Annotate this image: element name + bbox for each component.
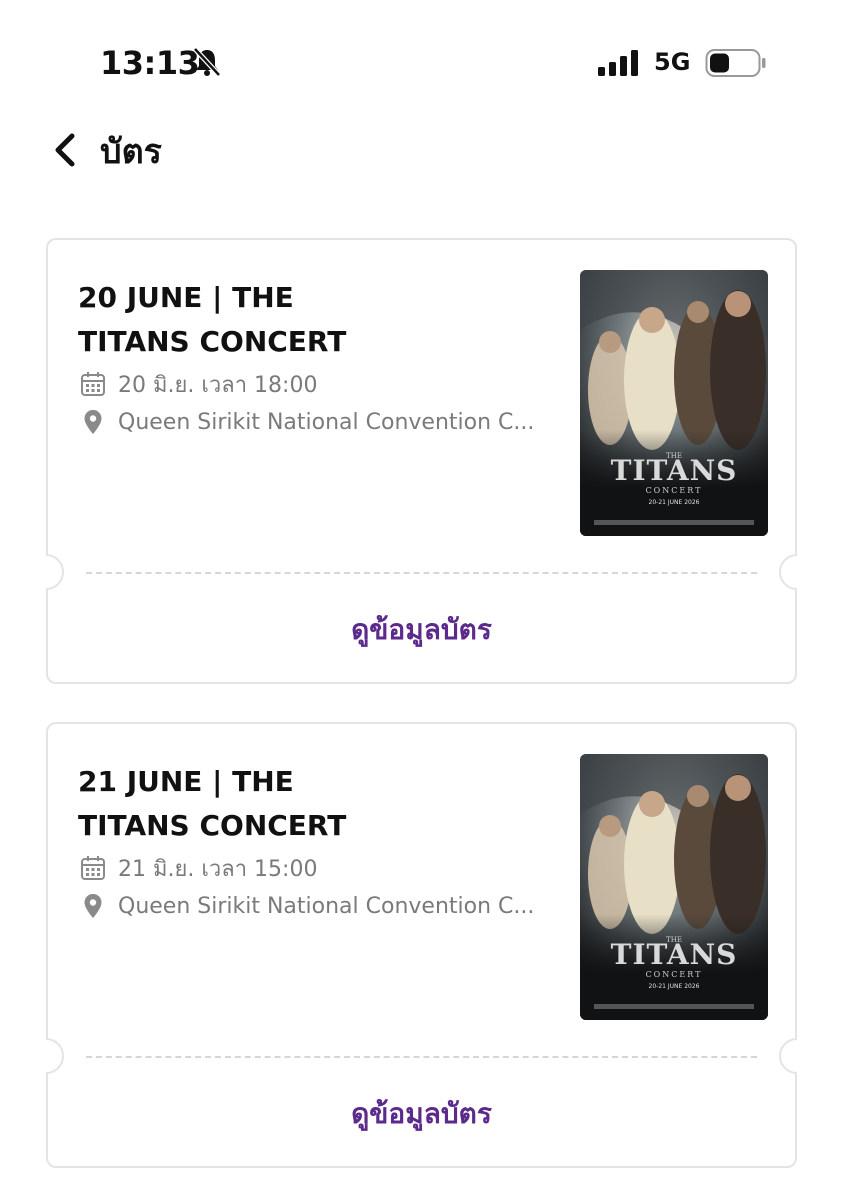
event-poster-image[interactable]: THE TITANS CONCERT 20-21 JUNE 2026 xyxy=(580,270,768,536)
ticket-divider xyxy=(86,572,757,574)
signal-icon xyxy=(598,50,638,76)
event-date-row: 20 มิ.ย. เวลา 18:00 xyxy=(80,368,317,400)
bell-slash-icon xyxy=(193,47,221,77)
view-ticket-button[interactable]: ดูข้อมูลบัตร xyxy=(48,1074,795,1154)
status-bar: 13:13 5G xyxy=(0,0,843,120)
ticket-divider xyxy=(86,1056,757,1058)
poster-subtitle: CONCERT xyxy=(646,486,703,495)
poster-title: TITANS xyxy=(611,938,738,971)
ticket-notch-right xyxy=(779,554,797,590)
status-time: 13:13 xyxy=(100,44,200,82)
event-venue-row: Queen Sirikit National Convention C... xyxy=(80,406,534,438)
calendar-icon xyxy=(81,372,105,396)
event-datetime: 20 มิ.ย. เวลา 18:00 xyxy=(118,372,318,398)
event-venue-row: Queen Sirikit National Convention C... xyxy=(80,890,534,922)
calendar-icon xyxy=(81,856,105,880)
location-pin-icon xyxy=(84,894,102,918)
location-pin-icon xyxy=(84,410,102,434)
event-date-row: 21 มิ.ย. เวลา 15:00 xyxy=(80,852,317,884)
page-header: บัตร xyxy=(0,120,843,190)
ticket-notch-right xyxy=(779,1038,797,1074)
poster-dates: 20-21 JUNE 2026 xyxy=(649,499,700,506)
ticket-notch-left xyxy=(46,554,64,590)
event-venue: Queen Sirikit National Convention C... xyxy=(118,893,535,919)
poster-title: TITANS xyxy=(611,454,738,487)
poster-subtitle: CONCERT xyxy=(646,970,703,979)
network-label: 5G xyxy=(654,48,691,76)
ticket-notch-left xyxy=(46,1038,64,1074)
back-chevron-icon[interactable] xyxy=(50,130,80,170)
event-venue: Queen Sirikit National Convention C... xyxy=(118,409,535,435)
event-poster-image[interactable]: THE TITANS CONCERT 20-21 JUNE 2026 xyxy=(580,754,768,1020)
battery-icon xyxy=(705,49,766,77)
poster-dates: 20-21 JUNE 2026 xyxy=(649,983,700,990)
ticket-card: 21 JUNE | THE TITANS CONCERT 21 มิ.ย. เว… xyxy=(46,722,797,1168)
page-title: บัตร xyxy=(100,132,162,172)
event-title: 20 JUNE | THE TITANS CONCERT xyxy=(78,281,347,358)
event-datetime: 21 มิ.ย. เวลา 15:00 xyxy=(118,856,318,882)
view-ticket-button[interactable]: ดูข้อมูลบัตร xyxy=(48,590,795,670)
event-title: 21 JUNE | THE TITANS CONCERT xyxy=(78,765,347,842)
ticket-card: 20 JUNE | THE TITANS CONCERT 20 มิ.ย. เว… xyxy=(46,238,797,684)
